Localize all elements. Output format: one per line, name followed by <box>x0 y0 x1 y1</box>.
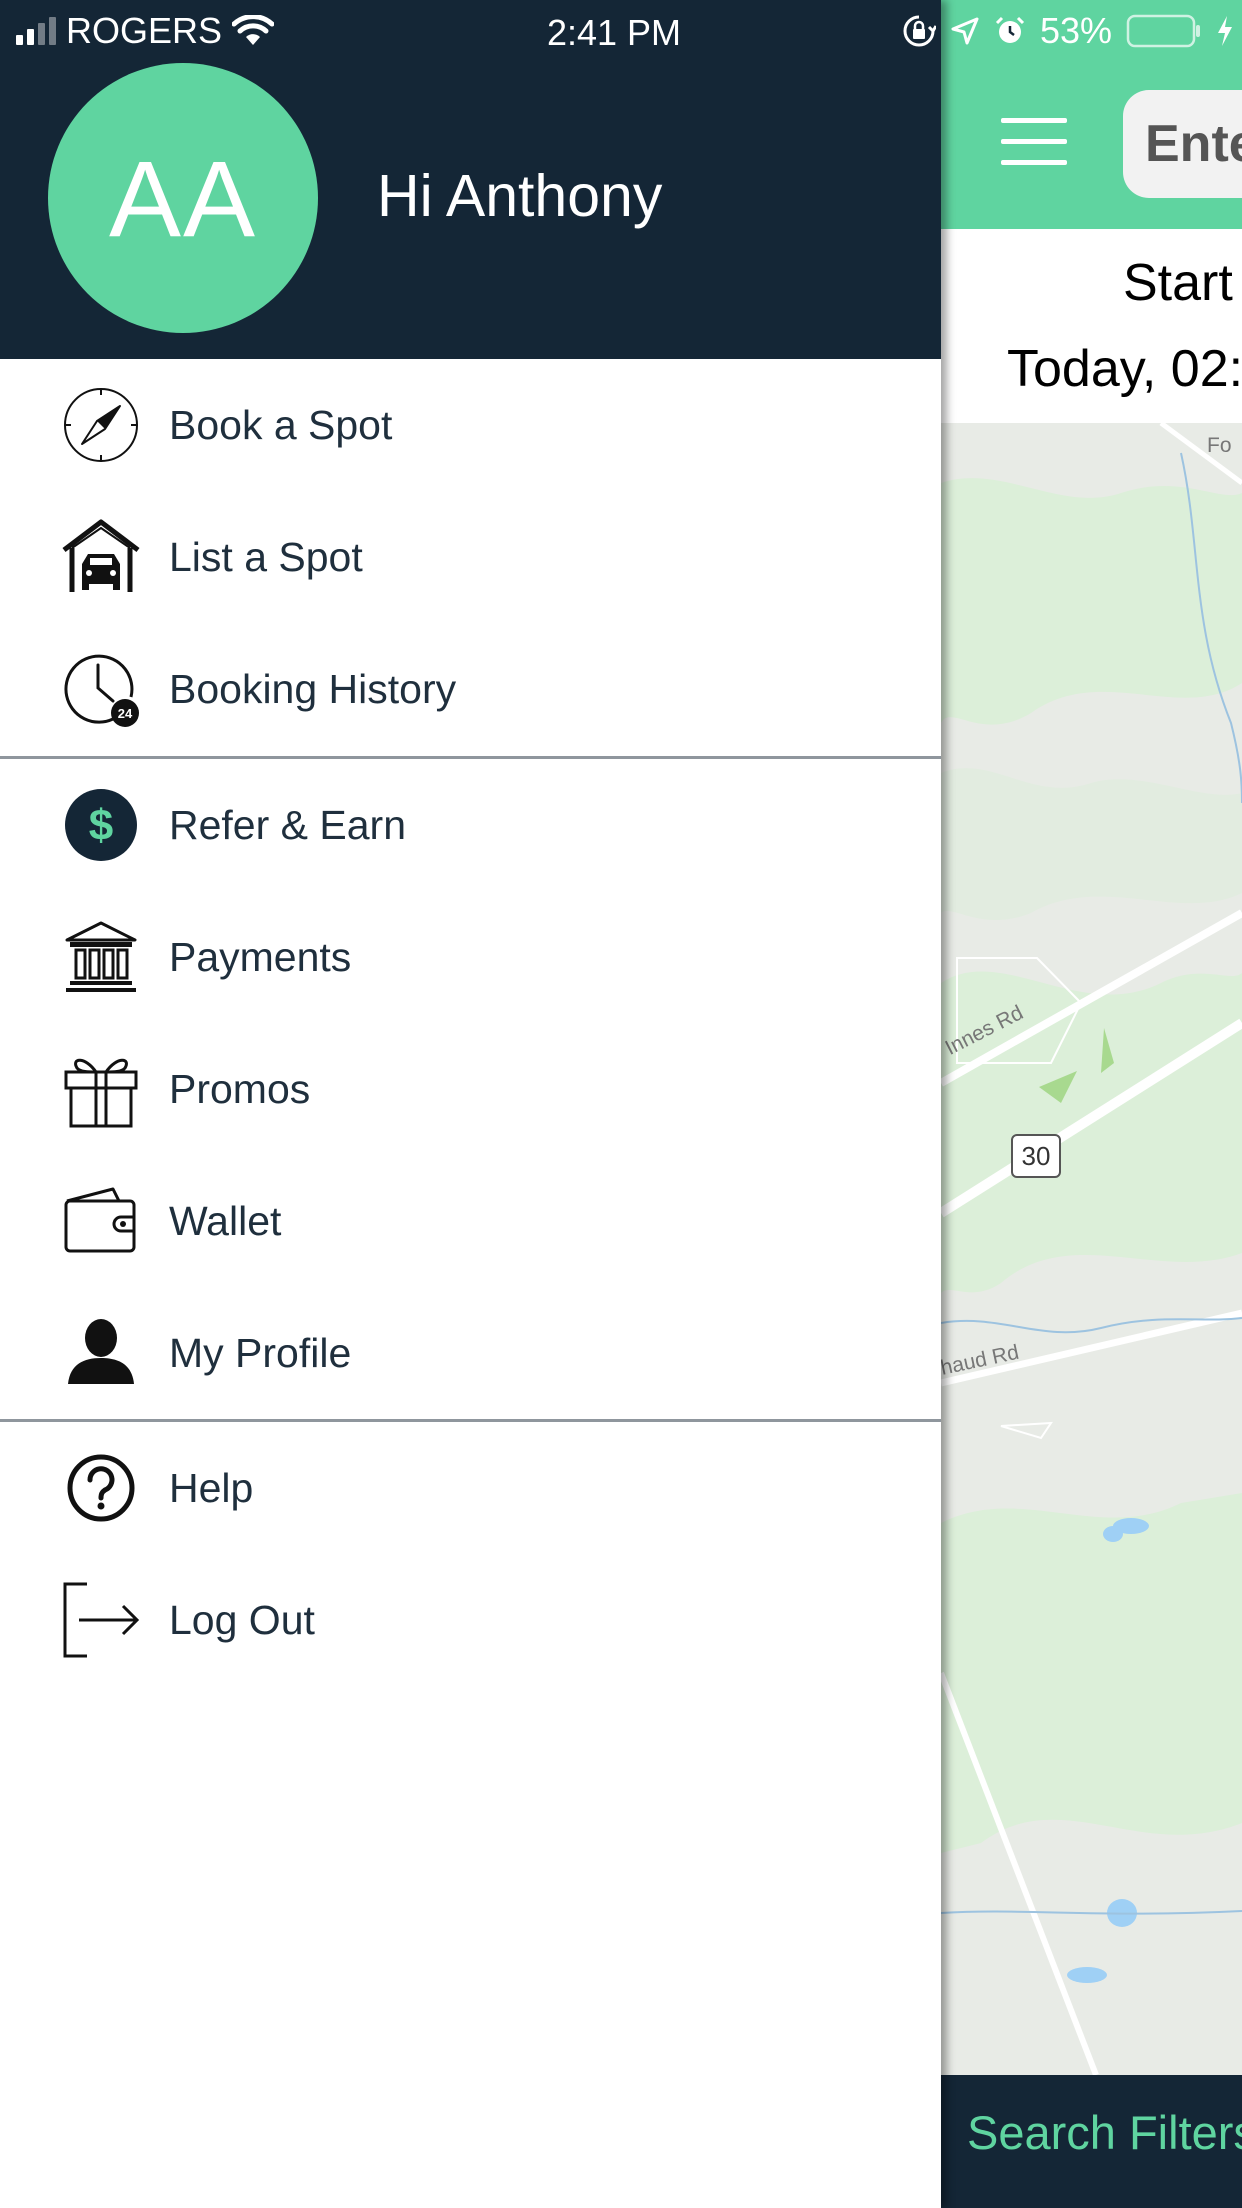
menu-item-log-out[interactable]: Log Out <box>0 1554 941 1686</box>
status-time: 2:41 PM <box>546 12 682 53</box>
alarm-icon <box>995 16 1024 43</box>
svg-text:$: $ <box>89 801 113 850</box>
wallet-icon <box>60 1180 142 1262</box>
menu-item-list-a-spot[interactable]: List a Spot <box>0 491 941 623</box>
avatar[interactable]: AA <box>48 63 318 333</box>
start-label: Start <box>1123 254 1233 312</box>
logout-icon <box>60 1579 142 1661</box>
status-bar: ROGERS 2:41 PM 53% <box>0 0 1242 62</box>
menu-item-label: Refer & Earn <box>169 801 406 848</box>
status-left: ROGERS <box>16 10 275 51</box>
search-filters-bar[interactable]: Search Filters <box>941 2075 1242 2208</box>
menu-item-label: My Profile <box>169 1329 352 1376</box>
menu-item-label: Payments <box>169 933 352 980</box>
menu-item-label: Log Out <box>169 1596 315 1643</box>
menu-item-label: Promos <box>169 1065 311 1112</box>
battery-percent: 53% <box>1039 10 1112 51</box>
menu-item-label: Booking History <box>169 665 457 712</box>
charging-icon <box>1218 16 1232 46</box>
menu-item-label: Book a Spot <box>169 401 393 448</box>
status-right: 53% <box>902 10 1234 52</box>
menu-item-label: Help <box>169 1464 254 1511</box>
person-icon <box>60 1312 142 1394</box>
battery-icon <box>1126 14 1200 48</box>
menu-item-promos[interactable]: Promos <box>0 1023 941 1155</box>
menu-item-book-a-spot[interactable]: Book a Spot <box>0 359 941 491</box>
menu-item-label: Wallet <box>169 1197 282 1244</box>
menu-item-booking-history[interactable]: 24 Booking History <box>0 623 941 755</box>
compass-icon <box>60 384 142 466</box>
wifi-icon <box>232 15 275 45</box>
navigation-drawer: AA Hi Anthony Book a Spot List a Spot 24… <box>0 0 941 2208</box>
menu-item-my-profile[interactable]: My Profile <box>0 1287 941 1419</box>
hamburger-menu-icon[interactable] <box>1001 118 1067 166</box>
help-circle-icon <box>60 1447 142 1529</box>
search-filters-button[interactable]: Search Filters <box>967 2105 1242 2160</box>
garage-car-icon <box>60 516 142 598</box>
signal-icon <box>16 17 56 45</box>
map-label-fo: Fo <box>1207 434 1232 457</box>
map-features <box>941 423 1242 2075</box>
menu-item-help[interactable]: Help <box>0 1422 941 1554</box>
start-value[interactable]: Today, 02: <box>1007 339 1242 399</box>
svg-text:24: 24 <box>118 706 133 721</box>
user-greeting: Hi Anthony <box>377 163 663 229</box>
bank-icon <box>60 916 142 998</box>
gift-icon <box>60 1048 142 1130</box>
start-time-selector[interactable]: Start Today, 02: <box>941 229 1242 423</box>
orientation-lock-icon <box>903 15 936 47</box>
route-shield: 30 <box>1011 1134 1061 1178</box>
location-search-input[interactable]: Ente <box>1123 90 1242 198</box>
menu-item-payments[interactable]: Payments <box>0 891 941 1023</box>
menu-item-wallet[interactable]: Wallet <box>0 1155 941 1287</box>
map-view[interactable]: Fo Innes Rd haud Rd 30 <box>941 423 1242 2075</box>
dollar-circle-icon: $ <box>60 784 142 866</box>
main-screen: Ente Start Today, 02: <box>941 0 1242 2208</box>
clock-24-icon: 24 <box>60 648 142 730</box>
carrier-name: ROGERS <box>66 10 223 51</box>
location-arrow-icon <box>951 17 979 45</box>
menu-item-refer-and-earn[interactable]: $ Refer & Earn <box>0 759 941 891</box>
menu-item-label: List a Spot <box>169 533 363 580</box>
